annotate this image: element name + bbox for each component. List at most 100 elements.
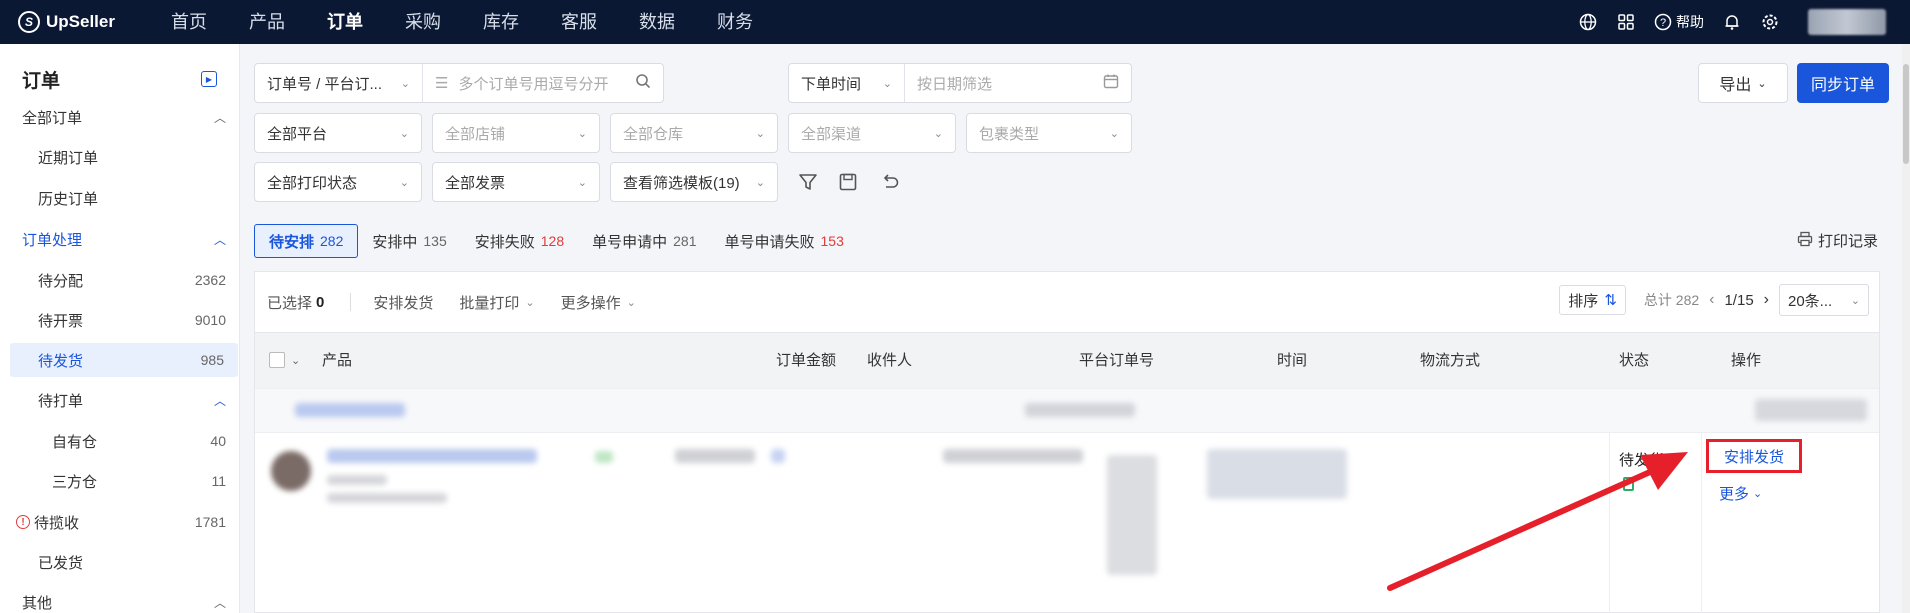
channel-select[interactable]: 全部渠道 ⌄ — [788, 113, 956, 153]
bulk-toolbar: 已选择 0 安排发货 批量打印 ⌄ 更多操作 ⌄ 排序 ⇅ 总计 282 ‹ 1… — [255, 272, 1879, 332]
sidebar-item-count: 11 — [211, 473, 226, 489]
search-icon[interactable] — [635, 73, 651, 93]
help-menu[interactable]: ? 帮助 — [1654, 12, 1704, 32]
warehouse-select[interactable]: 全部仓库 ⌄ — [610, 113, 778, 153]
sidebar-item-label: 已发货 — [38, 554, 84, 572]
save-icon[interactable] — [836, 170, 860, 194]
sidebar-item-pending-ship[interactable]: 待发货 985 — [10, 343, 238, 377]
col-amount: 订单金额 — [776, 352, 837, 369]
tab-arrange-failed[interactable]: 安排失败 128 — [461, 224, 578, 258]
order-search-group: 订单号 / 平台订... ⌄ ☰ 多个订单号用逗号分开 — [254, 63, 664, 103]
divider — [1609, 433, 1610, 613]
arrange-shipment-button[interactable]: 安排发货 — [1706, 439, 1802, 473]
chevron-down-icon: ⌄ — [755, 127, 765, 140]
scrollbar-thumb[interactable] — [1903, 64, 1909, 164]
platform-select[interactable]: 全部平台 ⌄ — [254, 113, 422, 153]
order-no-type-select[interactable]: 订单号 / 平台订... ⌄ — [255, 64, 423, 102]
nav-inventory[interactable]: 库存 — [462, 0, 540, 44]
chevron-down-icon: ⌄ — [1850, 294, 1860, 307]
batch-print-menu[interactable]: 批量打印 ⌄ — [459, 292, 534, 313]
bulk-arrange-ship-button[interactable]: 安排发货 — [373, 292, 433, 313]
sidebar-item-pending-invoice[interactable]: 待开票 9010 — [0, 303, 240, 337]
tab-pending-arrange[interactable]: 待安排 282 — [254, 224, 359, 258]
chevron-down-icon: ⌄ — [525, 296, 535, 309]
sidebar-item-label: 订单处理 — [22, 231, 83, 249]
tab-count: 128 — [540, 233, 565, 249]
order-no-input[interactable]: ☰ 多个订单号用逗号分开 — [423, 64, 663, 102]
chevron-down-icon: ⌄ — [933, 127, 943, 140]
sidebar-item-third-warehouse[interactable]: 三方仓 11 — [0, 464, 240, 498]
sidebar-item-label: 全部订单 — [22, 109, 83, 127]
sync-orders-button[interactable]: 同步订单 — [1797, 63, 1889, 103]
channel-value: 全部渠道 — [801, 125, 862, 143]
tab-tracking-failed[interactable]: 单号申请失败 153 — [711, 224, 858, 258]
reset-icon[interactable] — [878, 170, 902, 194]
print-log-link[interactable]: 打印记录 — [1797, 230, 1878, 251]
shop-select[interactable]: 全部店铺 ⌄ — [432, 113, 600, 153]
svg-text:?: ? — [1660, 17, 1666, 29]
sidebar-item-pending-pickup[interactable]: ! 待揽收 1781 — [0, 505, 240, 539]
invoice-select[interactable]: 全部发票 ⌄ — [432, 162, 600, 202]
chevron-down-icon: ⌄ — [399, 127, 409, 140]
top-right-tools: ? 帮助 — [1578, 0, 1910, 44]
export-button[interactable]: 导出 ⌄ — [1698, 63, 1788, 103]
gear-icon[interactable] — [1760, 12, 1780, 32]
chevron-up-icon: ︿ — [213, 110, 226, 125]
nav-purchase[interactable]: 采购 — [384, 0, 462, 44]
sidebar-item-history-orders[interactable]: 历史订单 — [0, 181, 240, 215]
time-type-select[interactable]: 下单时间 ⌄ — [789, 64, 905, 102]
chevron-down-icon: ⌄ — [1109, 127, 1119, 140]
tab-tracking-applying[interactable]: 单号申请中 281 — [578, 224, 710, 258]
chevron-up-icon: ︿ — [213, 595, 226, 610]
collapse-sidebar-icon[interactable]: ▶ — [201, 71, 217, 87]
sidebar-item-other[interactable]: 其他 ︿ — [0, 585, 240, 613]
sidebar-item-pending-assign[interactable]: 待分配 2362 — [0, 263, 240, 297]
nav-service[interactable]: 客服 — [540, 0, 618, 44]
sort-button[interactable]: 排序 ⇅ — [1559, 285, 1626, 315]
sidebar-item-label: 待揽收 — [34, 514, 80, 532]
globe-icon[interactable] — [1578, 12, 1598, 32]
chevron-down-icon[interactable]: ⌄ — [291, 333, 300, 389]
tab-arranging[interactable]: 安排中 135 — [358, 224, 460, 258]
filter-template-select[interactable]: 查看筛选模板(19) ⌄ — [610, 162, 778, 202]
top-navbar: S UpSeller 首页 产品 订单 采购 库存 客服 数据 财务 ? 帮助 — [0, 0, 1910, 44]
select-all-checkbox[interactable] — [269, 352, 285, 368]
package-type-select[interactable]: 包裹类型 ⌄ — [966, 113, 1132, 153]
apps-grid-icon[interactable] — [1616, 12, 1636, 32]
nav-product[interactable]: 产品 — [228, 0, 306, 44]
page-scrollbar[interactable] — [1902, 44, 1910, 613]
more-operations-menu[interactable]: 更多操作 ⌄ — [561, 292, 636, 313]
calendar-icon — [1103, 73, 1119, 93]
sidebar-item-recent-orders[interactable]: 近期订单 — [0, 140, 240, 174]
app-logo[interactable]: S UpSeller — [0, 11, 150, 33]
sidebar-item-shipped[interactable]: 已发货 — [0, 545, 240, 579]
next-page-icon[interactable]: › — [1764, 291, 1769, 309]
order-meta-redacted — [1025, 403, 1135, 417]
nav-home[interactable]: 首页 — [150, 0, 228, 44]
sidebar-item-processing[interactable]: 订单处理 ︿ — [0, 222, 240, 256]
more-actions-menu[interactable]: 更多 ⌄ — [1719, 483, 1762, 504]
batch-print-label: 批量打印 — [459, 294, 520, 312]
sidebar-item-own-warehouse[interactable]: 自有仓 40 — [0, 424, 240, 458]
nav-order[interactable]: 订单 — [306, 0, 384, 44]
date-range-input[interactable]: 按日期筛选 — [905, 64, 1131, 102]
sidebar-header: 订单 ▶ — [0, 44, 239, 96]
user-avatar[interactable] — [1808, 9, 1886, 35]
filter-funnel-icon[interactable] — [796, 170, 820, 194]
print-status-select[interactable]: 全部打印状态 ⌄ — [254, 162, 422, 202]
sidebar-item-all-orders[interactable]: 全部订单 ︿ — [0, 100, 240, 134]
sidebar-item-label: 其他 — [22, 594, 53, 612]
bell-icon[interactable] — [1722, 12, 1742, 32]
time-redacted — [1107, 455, 1157, 575]
prev-page-icon[interactable]: ‹ — [1709, 291, 1714, 309]
pagination-bar: 排序 ⇅ 总计 282 ‹ 1/15 › 20条... ⌄ — [1559, 284, 1869, 316]
nav-data[interactable]: 数据 — [618, 0, 696, 44]
recipient-redacted — [771, 449, 785, 463]
sidebar-item-label-wrap: ! 待揽收 — [16, 512, 79, 533]
page-size-select[interactable]: 20条... ⌄ — [1779, 284, 1869, 316]
product-image-redacted — [271, 451, 311, 491]
nav-finance[interactable]: 财务 — [696, 0, 774, 44]
warehouse-value: 全部仓库 — [623, 125, 684, 143]
sidebar-item-pending-print[interactable]: 待打单 ︿ — [0, 383, 240, 417]
total-count: 总计 282 — [1643, 292, 1700, 308]
